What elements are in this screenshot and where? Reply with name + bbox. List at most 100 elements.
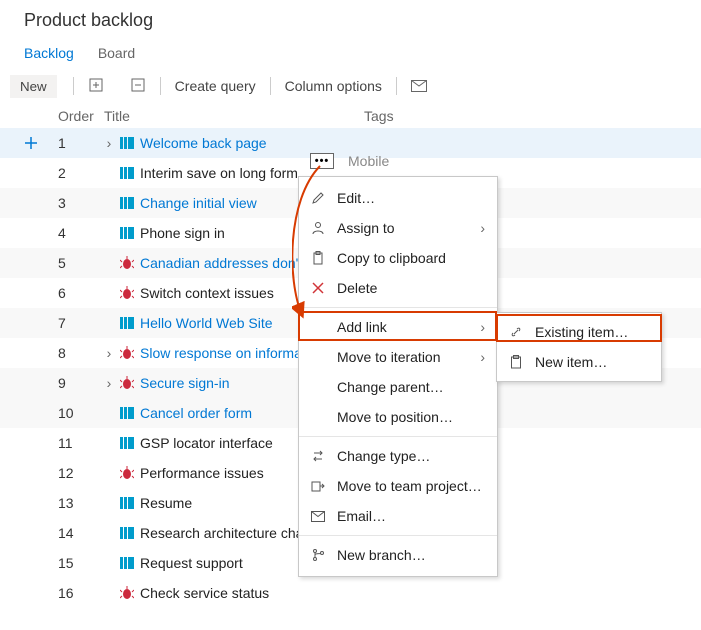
tab-backlog[interactable]: Backlog xyxy=(24,45,74,67)
expand-chevron-icon[interactable]: › xyxy=(104,375,114,391)
order-value: 6 xyxy=(58,285,104,301)
order-value: 7 xyxy=(58,315,104,331)
item-title[interactable]: Welcome back page xyxy=(140,135,267,151)
tab-board[interactable]: Board xyxy=(98,45,135,67)
item-title[interactable]: Slow response on informati… xyxy=(140,345,323,361)
submenu-existing-item[interactable]: Existing item… xyxy=(497,317,661,347)
item-title[interactable]: Resume xyxy=(140,495,192,511)
submenu-new-item[interactable]: New item… xyxy=(497,347,661,377)
menu-label: Copy to clipboard xyxy=(337,250,485,266)
order-value: 16 xyxy=(58,585,104,601)
menu-change-parent[interactable]: Change parent… xyxy=(299,372,497,402)
person-icon xyxy=(311,221,327,235)
menu-move-team-project[interactable]: Move to team project… xyxy=(299,471,497,501)
pbi-icon xyxy=(120,557,134,569)
order-value: 10 xyxy=(58,405,104,421)
expand-all-button[interactable] xyxy=(84,75,108,97)
item-title[interactable]: Performance issues xyxy=(140,465,264,481)
bug-icon xyxy=(120,376,134,390)
bug-icon xyxy=(120,586,134,600)
pbi-icon xyxy=(120,407,134,419)
order-value: 2 xyxy=(58,165,104,181)
item-title[interactable]: Check service status xyxy=(140,585,269,601)
menu-label: Email… xyxy=(337,508,485,524)
item-title[interactable]: Cancel order form xyxy=(140,405,252,421)
order-value: 9 xyxy=(58,375,104,391)
menu-separator xyxy=(299,535,497,536)
plus-icon[interactable] xyxy=(24,136,38,150)
chevron-right-icon: › xyxy=(480,220,485,236)
pbi-icon xyxy=(120,317,134,329)
menu-label: New item… xyxy=(535,354,649,370)
item-title[interactable]: GSP locator interface xyxy=(140,435,273,451)
menu-change-type[interactable]: Change type… xyxy=(299,441,497,471)
menu-copy[interactable]: Copy to clipboard xyxy=(299,243,497,273)
context-menu: Edit… Assign to › Copy to clipboard Dele… xyxy=(298,176,498,577)
pbi-icon xyxy=(120,437,134,449)
menu-new-branch[interactable]: New branch… xyxy=(299,540,497,570)
minus-box-icon xyxy=(130,77,146,93)
menu-label: Assign to xyxy=(337,220,470,236)
add-link-submenu: Existing item… New item… xyxy=(496,312,662,382)
collapse-all-button[interactable] xyxy=(126,75,150,97)
email-button[interactable] xyxy=(407,76,431,97)
order-value: 5 xyxy=(58,255,104,271)
column-options-button[interactable]: Column options xyxy=(281,76,386,96)
pbi-icon xyxy=(120,497,134,509)
new-button[interactable]: New xyxy=(10,75,57,98)
menu-label: Existing item… xyxy=(535,324,649,340)
menu-separator xyxy=(299,436,497,437)
item-title[interactable]: Secure sign-in xyxy=(140,375,230,391)
menu-move-position[interactable]: Move to position… xyxy=(299,402,497,432)
new-item-icon xyxy=(509,355,525,369)
pbi-icon xyxy=(120,197,134,209)
item-title[interactable]: Hello World Web Site xyxy=(140,315,273,331)
page-title: Product backlog xyxy=(0,0,701,39)
column-headers: Order Title Tags xyxy=(0,104,701,128)
table-row[interactable]: 16 Check service status xyxy=(0,578,701,608)
tabs: Backlog Board xyxy=(0,39,701,68)
menu-label: Move to position… xyxy=(337,409,485,425)
menu-label: Add link xyxy=(337,319,470,335)
delete-icon xyxy=(311,281,327,295)
bug-icon xyxy=(120,466,134,480)
link-icon xyxy=(509,325,525,339)
item-title[interactable]: Switch context issues xyxy=(140,285,274,301)
bug-icon xyxy=(120,346,134,360)
menu-assign-to[interactable]: Assign to › xyxy=(299,213,497,243)
mail-icon xyxy=(311,511,327,522)
divider xyxy=(73,77,74,95)
menu-label: Move to iteration xyxy=(337,349,470,365)
menu-label: New branch… xyxy=(337,547,485,563)
item-title[interactable]: Phone sign in xyxy=(140,225,225,241)
item-title[interactable]: Interim save on long form xyxy=(140,165,298,181)
pbi-icon xyxy=(120,227,134,239)
bug-icon xyxy=(120,256,134,270)
divider xyxy=(396,77,397,95)
menu-edit[interactable]: Edit… xyxy=(299,183,497,213)
chevron-right-icon: › xyxy=(480,349,485,365)
menu-label: Edit… xyxy=(337,190,485,206)
row-actions-button[interactable]: ••• xyxy=(310,153,334,169)
header-order: Order xyxy=(58,108,104,124)
plus-box-icon xyxy=(88,77,104,93)
divider xyxy=(160,77,161,95)
move-icon xyxy=(311,479,327,493)
order-value: 14 xyxy=(58,525,104,541)
item-title[interactable]: Request support xyxy=(140,555,243,571)
expand-chevron-icon[interactable]: › xyxy=(104,345,114,361)
pencil-icon xyxy=(311,191,327,205)
item-title[interactable]: Change initial view xyxy=(140,195,257,211)
expand-chevron-icon[interactable]: › xyxy=(104,135,114,151)
menu-delete[interactable]: Delete xyxy=(299,273,497,303)
menu-move-iteration[interactable]: Move to iteration › xyxy=(299,342,497,372)
create-query-button[interactable]: Create query xyxy=(171,76,260,96)
order-value: 15 xyxy=(58,555,104,571)
toolbar: New Create query Column options xyxy=(0,68,701,104)
header-title: Title xyxy=(104,108,364,124)
menu-add-link[interactable]: Add link › xyxy=(299,312,497,342)
branch-icon xyxy=(311,548,327,562)
menu-email[interactable]: Email… xyxy=(299,501,497,531)
tag-value: Mobile xyxy=(348,153,389,169)
menu-label: Delete xyxy=(337,280,485,296)
